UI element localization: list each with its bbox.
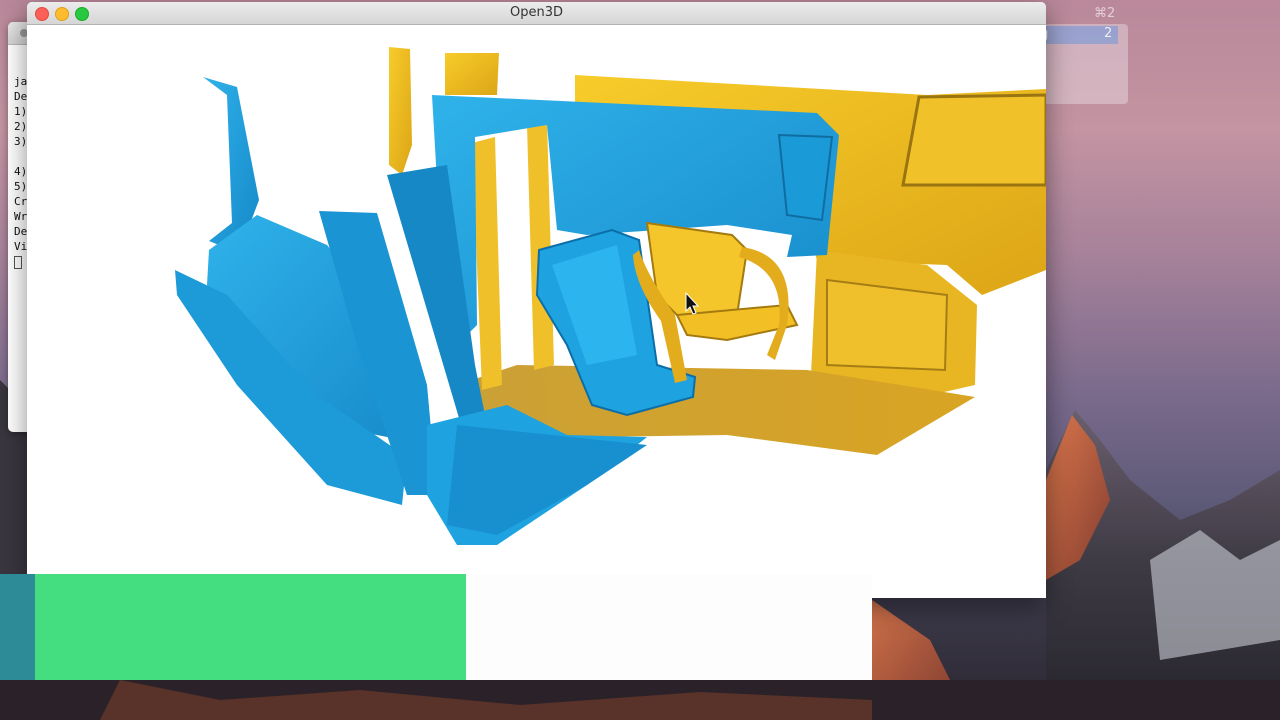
shortcut-label: 2 [1104,26,1113,41]
open3d-window[interactable]: Open3D [27,2,1046,598]
terminal-line: Vi [14,240,28,253]
terminal-line: ja [14,75,28,88]
window-titlebar[interactable]: Open3D [27,2,1046,25]
terminal-line: 2) [14,120,28,133]
terminal-line: De [14,90,28,103]
overlay-green-block [35,574,466,680]
terminal-output: ja De 1) 2) 3) 4) 5) Cr Wr De Vi [14,74,27,269]
shortcut-label: ⌘2 [1094,6,1116,21]
terminal-line: 5) [14,180,28,193]
terminal-line: 3) [14,135,28,148]
terminal-line: 1) [14,105,28,118]
terminal-line: Cr [14,195,28,208]
terminal-cursor [14,255,22,269]
3d-viewport[interactable] [27,25,1046,598]
yellow-chair [633,221,799,383]
window-title: Open3D [509,5,563,20]
terminal-line: De [14,225,28,238]
point-cloud-scene[interactable] [27,25,1046,598]
overlay-teal-block [0,574,35,680]
terminal-line: 4) [14,165,28,178]
bottom-overlay-bar [0,574,872,680]
terminal-line: Wr [14,210,28,223]
